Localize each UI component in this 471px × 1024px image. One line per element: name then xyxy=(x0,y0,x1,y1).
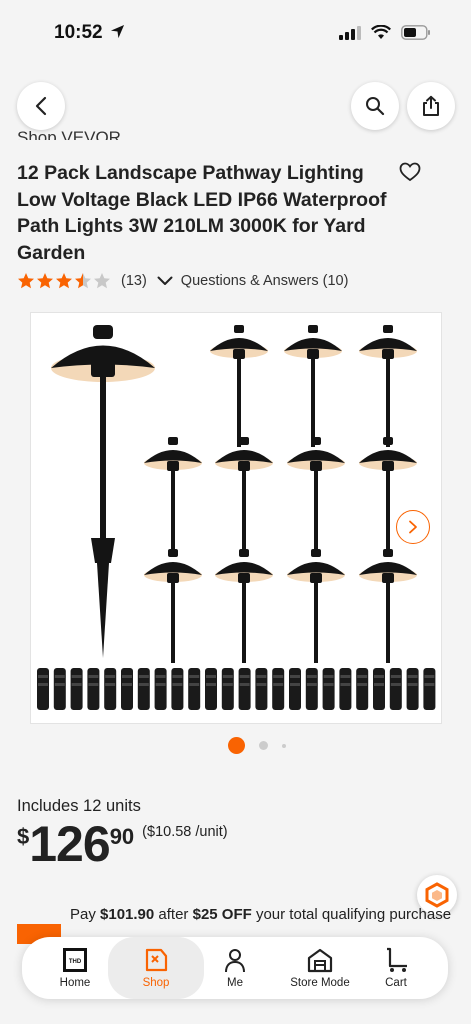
next-image-button[interactable] xyxy=(396,510,430,544)
price-cents: 90 xyxy=(109,824,135,849)
pager-dot[interactable] xyxy=(259,741,268,750)
questions-answers-label: Questions & Answers (10) xyxy=(180,273,349,289)
wifi-icon xyxy=(371,25,391,39)
price: $ 126 90 ($10.58 /unit) xyxy=(17,818,228,870)
location-arrow-icon xyxy=(110,24,124,39)
status-bar: 10:52 xyxy=(0,0,471,70)
tab-cart[interactable]: Cart xyxy=(364,937,428,999)
store-icon xyxy=(307,948,333,973)
heart-icon xyxy=(399,162,421,182)
star-icon xyxy=(18,273,34,289)
tab-me[interactable]: Me xyxy=(200,937,270,999)
shop-icon xyxy=(145,948,168,972)
star-icon xyxy=(56,273,72,289)
share-button[interactable] xyxy=(407,82,455,130)
status-time: 10:52 xyxy=(54,22,125,44)
pager-dot-active[interactable] xyxy=(228,737,245,754)
product-title: 12 Pack Landscape Pathway Lighting Low V… xyxy=(17,162,387,264)
star-rating[interactable] xyxy=(17,272,111,290)
tab-store-mode[interactable]: Store Mode xyxy=(275,937,365,999)
brand-link[interactable]: Shop VEVOR xyxy=(17,124,121,140)
rating-row: (13) Questions & Answers (10) xyxy=(17,272,348,290)
image-pager-dots[interactable] xyxy=(228,737,286,754)
svg-text:THD: THD xyxy=(69,959,82,965)
cellular-signal-icon xyxy=(339,25,361,40)
share-icon xyxy=(423,95,439,116)
battery-icon xyxy=(401,25,430,40)
price-currency: $ xyxy=(17,824,30,849)
questions-answers-link[interactable]: Questions & Answers (10) xyxy=(157,273,349,289)
back-button[interactable] xyxy=(17,82,65,130)
hexagon-icon xyxy=(425,882,449,908)
star-icon xyxy=(75,273,91,289)
price-per-unit: ($10.58 /unit) xyxy=(142,824,228,840)
pager-dot[interactable] xyxy=(282,743,286,748)
chevron-right-icon xyxy=(409,520,417,534)
home-depot-logo-icon: THD xyxy=(63,948,87,972)
bottom-tab-bar: THD Home Shop Me Store Mode Cart xyxy=(22,937,448,999)
promo-text[interactable]: Pay $101.90 after $25 OFF your total qua… xyxy=(70,906,451,923)
pathway-lights-image xyxy=(37,325,436,710)
price-dollars: 126 xyxy=(29,816,110,872)
chevron-down-icon xyxy=(157,276,173,285)
chevron-left-icon xyxy=(35,96,47,116)
cart-icon xyxy=(387,947,407,972)
star-icon xyxy=(94,273,110,289)
person-icon xyxy=(225,949,245,973)
product-image[interactable] xyxy=(30,312,442,724)
review-count[interactable]: (13) xyxy=(121,273,147,289)
star-icon xyxy=(37,273,53,289)
includes-units: Includes 12 units xyxy=(17,797,141,815)
search-icon xyxy=(366,97,385,116)
search-button[interactable] xyxy=(351,82,399,130)
favorite-button[interactable] xyxy=(399,162,421,187)
tab-shop[interactable]: Shop xyxy=(108,937,204,999)
tab-home[interactable]: THD Home xyxy=(40,937,110,999)
